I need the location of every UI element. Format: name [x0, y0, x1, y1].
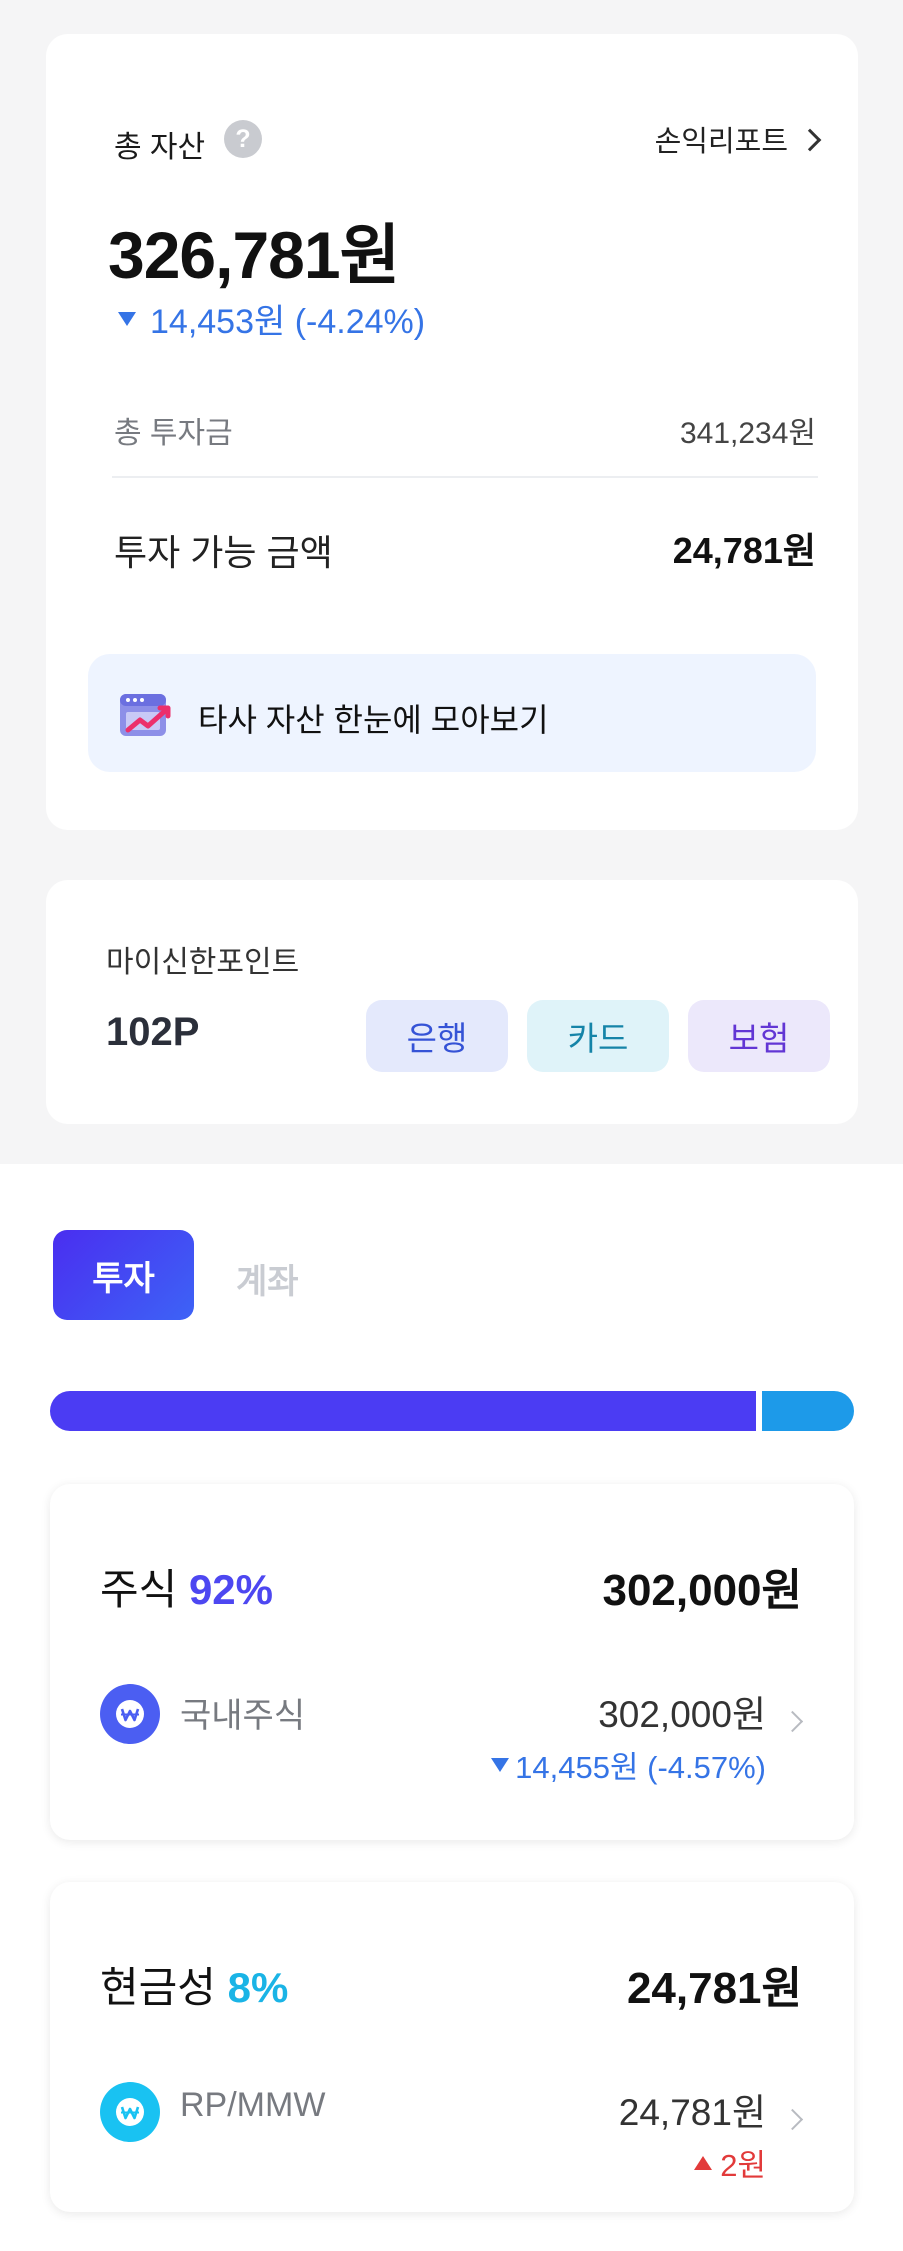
- won-icon: [116, 1700, 144, 1728]
- profit-report-link[interactable]: 손익리포트: [654, 118, 822, 160]
- rp-mmw-change: 2원: [694, 2140, 766, 2185]
- available-amount-value: 24,781원: [672, 530, 816, 571]
- cash-category-label: 현금성 8%: [100, 1954, 288, 2015]
- cash-total-amount: 24,781원: [626, 1964, 802, 2013]
- rp-mmw-item-icon: [100, 2082, 160, 2142]
- won-icon: [116, 2098, 144, 2126]
- points-label: 마이신한포인트: [106, 946, 300, 979]
- cash-equivalent-card: 현금성 8% 24,781원 RP/MMW 24,781원 2원: [50, 1882, 854, 2212]
- chevron-right-icon[interactable]: [781, 1710, 804, 1733]
- up-triangle-icon: [694, 2155, 713, 2170]
- cash-percentage: 8%: [227, 1964, 289, 2011]
- points-card-button[interactable]: 카드: [527, 1000, 669, 1072]
- stock-card: 주식 92% 302,000원 국내주식 302,000원 14,455원 (-…: [50, 1484, 854, 1840]
- allocation-bar-stock: [50, 1391, 756, 1431]
- points-bank-button[interactable]: 은행: [366, 1000, 508, 1072]
- stock-label: 주식: [100, 1566, 178, 1613]
- asset-chart-icon: [120, 694, 171, 736]
- stock-category-label: 주식 92%: [100, 1556, 273, 1617]
- divider: [112, 476, 818, 478]
- down-triangle-icon: [118, 311, 136, 326]
- rp-mmw-change-text: 2원: [720, 2148, 766, 2183]
- total-invested-label: 총 투자금: [114, 417, 233, 450]
- stock-percentage: 92%: [188, 1566, 274, 1613]
- help-icon[interactable]: ?: [224, 120, 262, 158]
- banner-text: 타사 자산 한눈에 모아보기: [198, 702, 549, 738]
- total-invested-value: 341,234원: [679, 417, 816, 450]
- points-insurance-button[interactable]: 보험: [688, 1000, 830, 1072]
- total-assets-label: 총 자산: [114, 131, 206, 164]
- shinhan-points-card: 마이신한포인트 102P 은행 카드 보험: [46, 880, 858, 1124]
- chevron-right-icon[interactable]: [781, 2108, 804, 2131]
- stock-total-amount: 302,000원: [602, 1566, 802, 1615]
- points-value: 102P: [106, 1010, 200, 1054]
- profit-report-label: 손익리포트: [654, 126, 788, 158]
- domestic-stock-name[interactable]: 국내주식: [180, 1688, 305, 1737]
- rp-mmw-name[interactable]: RP/MMW: [180, 2086, 325, 2125]
- domestic-stock-amount: 302,000원: [598, 1694, 766, 1735]
- total-assets-card: 총 자산 ? 손익리포트 326,781원 14,453원 (-4.24%) 총…: [46, 34, 858, 830]
- rp-mmw-amount: 24,781원: [618, 2092, 766, 2133]
- total-assets-amount: 326,781원: [108, 218, 400, 292]
- cash-label: 현금성: [100, 1964, 216, 2011]
- total-change-text: 14,453원 (-4.24%): [150, 303, 426, 341]
- stock-item-icon: [100, 1684, 160, 1744]
- portfolio-section: 투자 계좌 주식 92% 302,000원 국내주식 302,000원 14,4…: [0, 1164, 903, 2251]
- available-amount-label: 투자 가능 금액: [114, 532, 333, 573]
- domestic-stock-change: 14,455원 (-4.57%): [491, 1742, 766, 1787]
- total-assets-change: 14,453원 (-4.24%): [118, 294, 425, 343]
- tab-invest[interactable]: 투자: [53, 1230, 194, 1320]
- down-triangle-icon: [491, 1757, 510, 1772]
- domestic-stock-change-text: 14,455원 (-4.57%): [515, 1750, 766, 1785]
- tab-account[interactable]: 계좌: [236, 1254, 299, 1303]
- chevron-right-icon: [798, 128, 822, 152]
- allocation-bar-cash: [762, 1391, 854, 1431]
